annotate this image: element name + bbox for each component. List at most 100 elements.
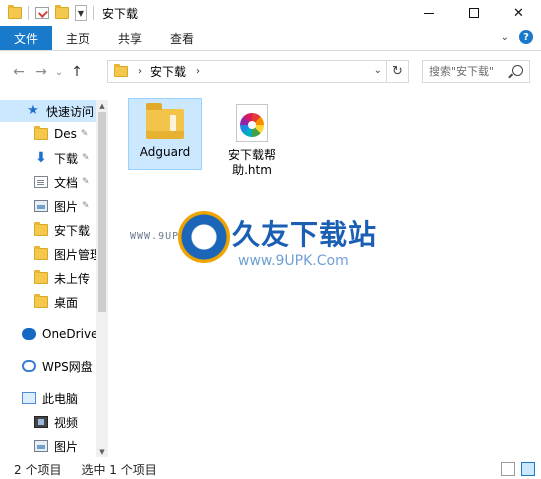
browser-bloom-icon xyxy=(240,113,264,137)
search-box xyxy=(422,60,530,83)
pin-icon: ✎ xyxy=(80,129,89,139)
folder-icon[interactable] xyxy=(8,5,22,19)
folder-icon xyxy=(34,126,48,140)
sidebar-scroll-thumb[interactable] xyxy=(98,112,106,312)
sidebar-item-label: 快速访问 xyxy=(46,104,95,119)
minimize-button[interactable] xyxy=(406,0,451,26)
scroll-up-button[interactable]: ▲ xyxy=(96,100,108,112)
status-bar: 2 个项目 选中 1 个项目 xyxy=(0,459,541,479)
forward-arrow-icon: → xyxy=(35,64,47,80)
file-item-htm[interactable]: 安下载帮助.htm xyxy=(214,98,290,186)
folder-icon xyxy=(34,246,48,260)
tab-share[interactable]: 共享 xyxy=(104,26,156,50)
sidebar-item-videos[interactable]: 视频 xyxy=(0,411,96,433)
tab-view[interactable]: 查看 xyxy=(156,26,208,50)
watermark: WWW.9UPK.COM 久友下载站 www.9UPK.Com xyxy=(130,205,390,280)
file-name: 安下载帮助.htm xyxy=(227,148,276,177)
properties-icon[interactable] xyxy=(35,7,49,19)
minimize-icon xyxy=(423,12,434,14)
address-dropdown-icon[interactable]: ⌄ xyxy=(374,65,382,76)
expand-ribbon-icon[interactable]: ⌄ xyxy=(501,32,509,43)
sidebar-item-onedrive[interactable]: OneDrive xyxy=(0,323,96,345)
large-icons-view-icon[interactable] xyxy=(521,462,535,476)
recent-locations-button[interactable]: ⌄ xyxy=(52,61,66,83)
sidebar-item-anxiazai[interactable]: 安下载 xyxy=(0,219,96,241)
sidebar-item-label: 安下载 xyxy=(54,223,91,238)
sidebar-item-downloads[interactable]: ⬇ 下载 ✎ xyxy=(0,147,96,169)
sidebar-item-desktop[interactable]: 桌面 xyxy=(0,291,96,313)
sidebar-item-quick-access[interactable]: ★ 快速访问 xyxy=(0,100,96,122)
sidebar-item-not-uploaded[interactable]: 未上传 xyxy=(0,267,96,289)
refresh-button[interactable]: ↻ xyxy=(386,61,408,82)
sidebar-item-label: 未上传 xyxy=(54,271,91,286)
forward-button[interactable]: → xyxy=(30,61,52,83)
sidebar-item-label: 图片管理 xyxy=(54,247,96,262)
window-controls: ✕ xyxy=(406,0,541,26)
folder-icon xyxy=(146,103,184,139)
breadcrumb-item[interactable]: 安下载 xyxy=(150,63,186,80)
sidebar-item-label: 视频 xyxy=(54,415,79,430)
sidebar-item-pictures-pinned[interactable]: 图片 ✎ xyxy=(0,195,96,217)
sidebar-item-label: Des xyxy=(54,127,77,141)
download-icon: ⬇ xyxy=(35,150,47,166)
help-icon[interactable]: ? xyxy=(519,30,533,44)
pin-icon: ✎ xyxy=(82,153,90,163)
sidebar-item-label: WPS网盘 xyxy=(42,359,93,374)
star-icon: ★ xyxy=(27,103,39,118)
folder-icon xyxy=(114,64,128,77)
customize-toolbar-dropdown[interactable]: ▼ xyxy=(75,5,87,21)
video-icon xyxy=(34,416,48,428)
folder-icon xyxy=(34,222,48,236)
scroll-down-button[interactable]: ▼ xyxy=(96,446,108,458)
sidebar-item-label: OneDrive xyxy=(42,327,96,341)
file-name: Adguard xyxy=(139,145,191,159)
toolbar-divider xyxy=(93,6,94,20)
maximize-button[interactable] xyxy=(451,0,496,26)
details-view-icon[interactable] xyxy=(501,462,515,476)
htm-file-icon xyxy=(236,104,268,142)
address-bar[interactable]: › 安下载 › ⌄ ↻ xyxy=(107,60,409,83)
navigation-pane: ★ 快速访问 Des ✎ ⬇ 下载 ✎ 文档 ✎ 图片 ✎ 安下载 图片管理 未… xyxy=(0,94,108,459)
computer-icon xyxy=(22,392,36,404)
tab-file[interactable]: 文件 xyxy=(0,26,52,50)
wps-cloud-icon xyxy=(22,360,36,372)
file-item-folder[interactable]: Adguard xyxy=(128,98,202,170)
refresh-icon: ↻ xyxy=(392,64,403,79)
close-button[interactable]: ✕ xyxy=(496,0,541,26)
maximize-icon xyxy=(468,8,479,18)
sidebar-item-label: 下载 xyxy=(54,151,79,166)
pin-icon: ✎ xyxy=(82,201,90,211)
back-button[interactable]: ← xyxy=(8,61,30,83)
chevron-right-icon[interactable]: › xyxy=(196,66,200,77)
window-title: 安下载 xyxy=(102,6,139,21)
ribbon-right-controls: ⌄ ? xyxy=(501,30,533,44)
sidebar-item-desktop-pinned[interactable]: Des ✎ xyxy=(0,123,96,145)
sidebar-item-label: 文档 xyxy=(54,175,79,190)
sidebar-item-image-management[interactable]: 图片管理 xyxy=(0,243,96,265)
sidebar-item-label: 此电脑 xyxy=(42,391,79,406)
up-arrow-icon: ↑ xyxy=(71,64,83,80)
toolbar-divider xyxy=(28,6,29,20)
onedrive-icon xyxy=(22,328,36,340)
search-input[interactable] xyxy=(429,65,515,78)
up-button[interactable]: ↑ xyxy=(66,61,88,83)
search-icon[interactable] xyxy=(512,65,523,76)
sidebar-item-label: 图片 xyxy=(54,199,79,214)
watermark-title: 久友下载站 xyxy=(232,218,378,251)
chevron-right-icon[interactable]: › xyxy=(138,66,142,77)
close-icon: ✕ xyxy=(513,5,524,21)
sidebar-item-pictures[interactable]: 图片 xyxy=(0,435,96,457)
tab-home[interactable]: 主页 xyxy=(52,26,104,50)
ribbon-tabs: 文件 主页 共享 查看 ⌄ ? xyxy=(0,26,541,51)
chevron-down-icon: ⌄ xyxy=(54,66,64,78)
sidebar-item-documents[interactable]: 文档 ✎ xyxy=(0,171,96,193)
sidebar-item-wps-cloud[interactable]: WPS网盘 xyxy=(0,355,96,377)
watermark-logo-icon xyxy=(178,211,230,263)
new-folder-icon[interactable] xyxy=(55,5,69,19)
pin-icon: ✎ xyxy=(82,177,90,187)
watermark-url: www.9UPK.Com xyxy=(238,253,349,269)
document-icon xyxy=(34,176,48,188)
sidebar-item-label: 桌面 xyxy=(54,295,79,310)
quick-access-toolbar: ▼ xyxy=(8,0,100,26)
sidebar-item-this-pc[interactable]: 此电脑 xyxy=(0,387,96,409)
